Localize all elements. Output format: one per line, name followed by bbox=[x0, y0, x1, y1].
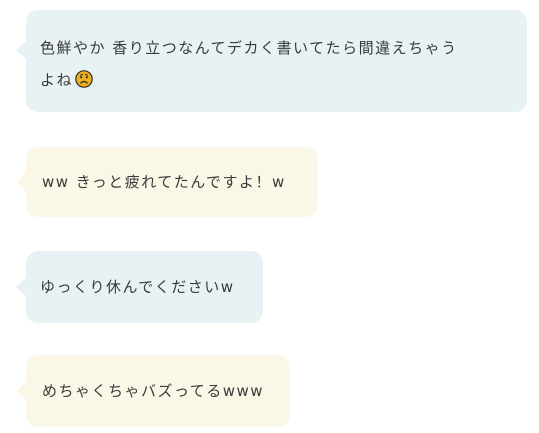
chat-message-bubble: 色鮮やか 香り立つなんてデカく書いてたら間違えちゃう よね bbox=[16, 10, 527, 112]
chat-message-bubble: めちゃくちゃバズってるwww bbox=[16, 355, 290, 427]
message-text: ww きっと疲れてたんですよ！w bbox=[42, 173, 286, 191]
message-text: ゆっくり休んでくださいw bbox=[40, 278, 235, 296]
chat-message-bubble: ww きっと疲れてたんですよ！w bbox=[16, 147, 318, 217]
message-text: めちゃくちゃバズってるwww bbox=[42, 382, 265, 400]
message-text: よね bbox=[40, 71, 74, 89]
message-text: 色鮮やか 香り立つなんてデカく書いてたら間違えちゃう bbox=[40, 39, 458, 57]
confused-face-icon bbox=[75, 67, 93, 88]
chat-message-bubble: ゆっくり休んでくださいw bbox=[16, 251, 263, 323]
